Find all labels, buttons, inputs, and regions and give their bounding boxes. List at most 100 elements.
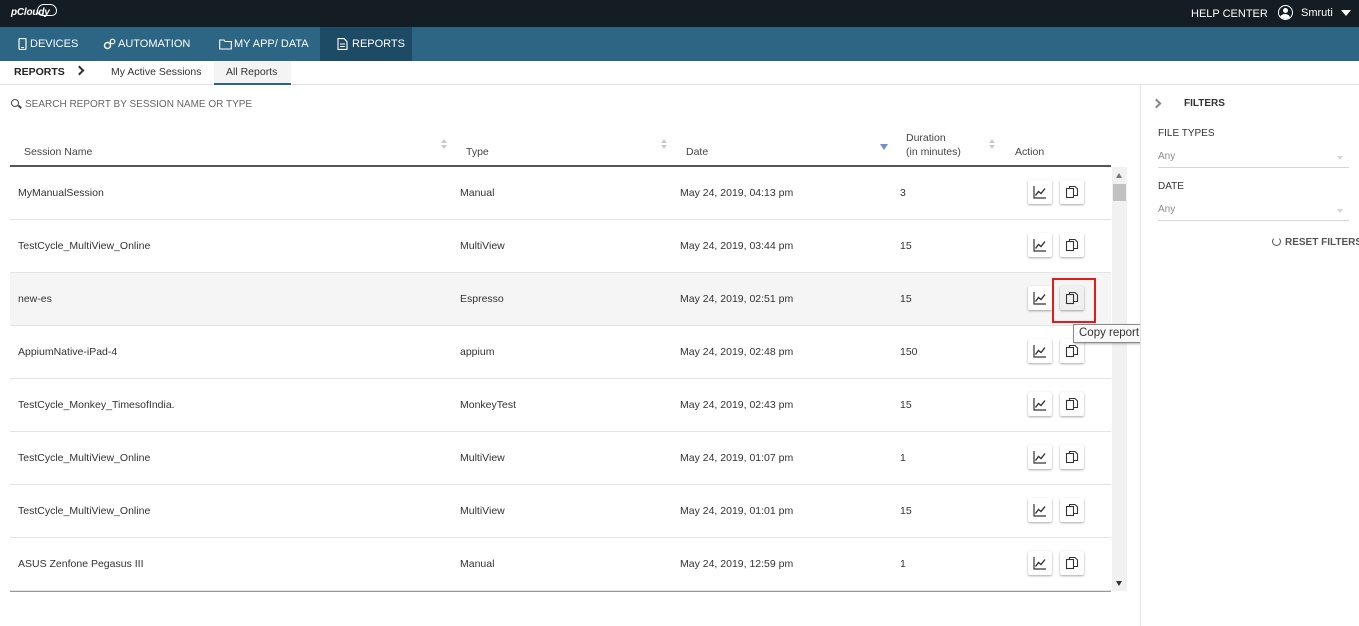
- nav-automation[interactable]: AUTOMATION: [87, 27, 203, 61]
- file-types-select[interactable]: Any: [1158, 148, 1349, 168]
- copy-link-button[interactable]: [1060, 392, 1084, 416]
- session-name: AppiumNative-iPad-4: [18, 346, 118, 358]
- session-name: new-es: [18, 293, 52, 305]
- table-row[interactable]: TestCycle_MultiView_Online MultiView May…: [10, 220, 1111, 273]
- copy-link-button[interactable]: [1060, 498, 1084, 522]
- line-chart-icon: [1033, 292, 1046, 305]
- copy-icon: [1065, 238, 1079, 252]
- caret-down-icon[interactable]: [1341, 10, 1351, 16]
- sub-navigation: REPORTS My Active Sessions All Reports: [0, 61, 1359, 85]
- nav-reports[interactable]: REPORTS: [320, 27, 412, 61]
- session-name: MyManualSession: [18, 187, 104, 199]
- session-duration: 15: [900, 240, 912, 252]
- tab-all-reports-label[interactable]: All Reports: [226, 66, 277, 78]
- gears-icon: [103, 38, 116, 50]
- session-date: May 24, 2019, 01:07 pm: [680, 452, 794, 464]
- session-type: MonkeyTest: [460, 399, 517, 411]
- line-chart-icon: [1033, 345, 1046, 358]
- view-report-button[interactable]: [1028, 339, 1052, 363]
- nav-reports-label: REPORTS: [352, 38, 405, 50]
- line-chart-icon: [1033, 398, 1046, 411]
- session-type: MultiView: [460, 505, 505, 517]
- main-nav: DEVICES AUTOMATION MY APP/ DATA REPORTS: [0, 27, 1359, 61]
- username-label[interactable]: Smruti: [1301, 7, 1333, 19]
- search-input[interactable]: [25, 95, 525, 113]
- line-chart-icon: [1033, 186, 1046, 199]
- session-type: appium: [460, 346, 495, 358]
- session-name: TestCycle_MultiView_Online: [18, 452, 151, 464]
- device-icon: [18, 38, 27, 50]
- copy-icon: [1065, 503, 1079, 517]
- chevron-right-icon: [74, 65, 85, 76]
- header-type[interactable]: Type: [466, 146, 489, 158]
- copy-icon: [1065, 185, 1079, 199]
- header-session-name[interactable]: Session Name: [24, 146, 92, 158]
- cloud-logo-icon: [37, 4, 57, 16]
- collapse-filters-icon[interactable]: [1151, 98, 1162, 109]
- session-name: ASUS Zenfone Pegasus III: [18, 558, 144, 570]
- copy-link-button[interactable]: [1060, 445, 1084, 469]
- session-date: May 24, 2019, 02:48 pm: [680, 346, 794, 358]
- view-report-button[interactable]: [1028, 392, 1052, 416]
- view-report-button[interactable]: [1028, 498, 1052, 522]
- dropdown-caret-icon: [1337, 209, 1343, 213]
- date-filter-select[interactable]: Any: [1158, 201, 1349, 221]
- table-bottom-border: [10, 591, 1111, 592]
- view-report-button[interactable]: [1028, 286, 1052, 310]
- table-row[interactable]: TestCycle_Monkey_TimesofIndia. MonkeyTes…: [10, 379, 1111, 432]
- user-avatar-icon[interactable]: [1278, 5, 1293, 20]
- session-date: May 24, 2019, 03:44 pm: [680, 240, 794, 252]
- table-scrollbar[interactable]: [1112, 167, 1127, 591]
- scroll-down-arrow-icon[interactable]: [1116, 581, 1122, 586]
- header-duration[interactable]: Duration: [906, 132, 946, 144]
- file-types-label: FILE TYPES: [1158, 128, 1215, 139]
- copy-link-button[interactable]: [1060, 233, 1084, 257]
- sort-descending-icon[interactable]: [880, 144, 888, 150]
- reports-table-body: MyManualSession Manual May 24, 2019, 04:…: [10, 167, 1111, 591]
- nav-my-app-data-label: MY APP/ DATA: [234, 38, 309, 50]
- copy-link-button[interactable]: [1060, 551, 1084, 575]
- table-row[interactable]: TestCycle_MultiView_Online MultiView May…: [10, 432, 1111, 485]
- copy-link-button[interactable]: [1060, 180, 1084, 204]
- session-type: Manual: [460, 187, 495, 199]
- nav-my-app-data[interactable]: MY APP/ DATA: [203, 27, 320, 61]
- session-name: TestCycle_Monkey_TimesofIndia.: [18, 399, 175, 411]
- tab-my-active-sessions[interactable]: My Active Sessions: [111, 66, 201, 78]
- table-row[interactable]: TestCycle_MultiView_Online MultiView May…: [10, 485, 1111, 538]
- dropdown-caret-icon: [1337, 156, 1343, 160]
- view-report-button[interactable]: [1028, 445, 1052, 469]
- session-type: MultiView: [460, 452, 505, 464]
- session-duration: 15: [900, 505, 912, 517]
- view-report-button[interactable]: [1028, 180, 1052, 204]
- session-date: May 24, 2019, 01:01 pm: [680, 505, 794, 517]
- scrollbar-thumb[interactable]: [1113, 184, 1126, 201]
- table-row[interactable]: MyManualSession Manual May 24, 2019, 04:…: [10, 167, 1111, 220]
- table-row[interactable]: ASUS Zenfone Pegasus III Manual May 24, …: [10, 538, 1111, 591]
- session-type: MultiView: [460, 240, 505, 252]
- refresh-icon: [1272, 237, 1281, 246]
- header-date[interactable]: Date: [686, 146, 708, 158]
- sort-icon[interactable]: [661, 139, 668, 150]
- sort-icon[interactable]: [441, 139, 448, 150]
- reset-filters-button[interactable]: RESET FILTERS: [1285, 237, 1359, 248]
- view-report-button[interactable]: [1028, 551, 1052, 575]
- nav-automation-label: AUTOMATION: [118, 38, 191, 50]
- table-row[interactable]: AppiumNative-iPad-4 appium May 24, 2019,…: [10, 326, 1111, 379]
- folder-icon: [219, 39, 232, 50]
- help-center-link[interactable]: HELP CENTER: [1191, 8, 1268, 20]
- session-name: TestCycle_MultiView_Online: [18, 505, 151, 517]
- view-report-button[interactable]: [1028, 233, 1052, 257]
- nav-devices-label: DEVICES: [30, 38, 79, 50]
- copy-icon: [1065, 344, 1079, 358]
- search-icon: [11, 99, 19, 107]
- table-row[interactable]: new-es Espresso May 24, 2019, 02:51 pm 1…: [10, 273, 1111, 326]
- copy-icon: [1065, 556, 1079, 570]
- nav-devices[interactable]: DEVICES: [0, 27, 87, 61]
- scroll-up-arrow-icon[interactable]: [1116, 173, 1122, 178]
- line-chart-icon: [1033, 239, 1046, 252]
- sort-icon[interactable]: [989, 139, 996, 150]
- copy-icon: [1065, 450, 1079, 464]
- date-filter-label: DATE: [1158, 181, 1184, 192]
- session-duration: 3: [900, 187, 906, 199]
- session-duration: 150: [900, 346, 918, 358]
